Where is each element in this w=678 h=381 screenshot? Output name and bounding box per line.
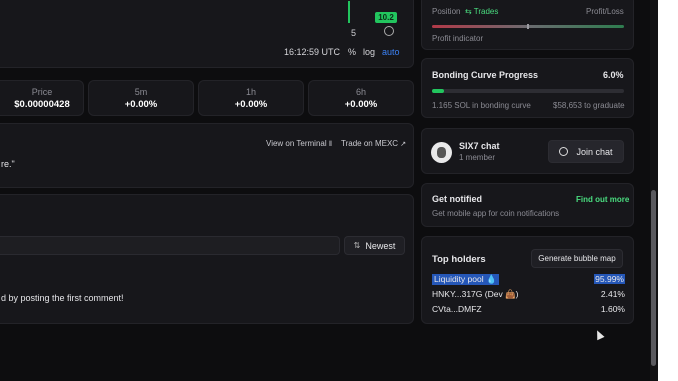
stat-5m: 5m +0.00%	[88, 80, 194, 116]
holder-name: Liquidity pool 💧	[432, 274, 499, 285]
join-chat-button[interactable]: Join chat	[548, 140, 624, 163]
trades-icon: ⇆	[465, 7, 472, 16]
notify-card: Get notified Find out more Get mobile ap…	[421, 183, 634, 227]
bonding-progress-track	[432, 89, 624, 93]
top-holders-title: Top holders	[432, 254, 486, 265]
holder-row[interactable]: CVta...DMFZ 1.60%	[432, 304, 625, 316]
settings-icon[interactable]	[384, 26, 394, 36]
holder-name: HNKY...317G (Dev 👜)	[432, 289, 519, 299]
stat-1h: 1h +0.00%	[198, 80, 304, 116]
price-candle	[348, 1, 350, 23]
comments-card: ⇅ Newest d by posting the first comment!	[0, 194, 414, 324]
view-on-terminal-link[interactable]: View on Terminal ⫴	[266, 139, 332, 149]
percent-toggle[interactable]: %	[348, 47, 356, 57]
candle-value-badge: 10.2	[375, 12, 397, 23]
chat-name: SIX7 chat	[459, 141, 500, 151]
chat-card: SIX7 chat 1 member Join chat	[421, 128, 634, 174]
sort-newest-button[interactable]: ⇅ Newest	[344, 236, 405, 255]
trades-toggle[interactable]: ⇆ Trades	[465, 7, 498, 16]
profit-loss-label: Profit/Loss	[586, 7, 624, 16]
sort-icon: ⇅	[353, 241, 361, 250]
trade-on-mexc-label: Trade on MEXC	[341, 139, 399, 148]
stat-label: 1h	[245, 87, 256, 97]
chat-avatar	[431, 142, 452, 163]
terminal-icon: ⫴	[328, 141, 332, 148]
holder-row[interactable]: HNKY...317G (Dev 👜) 2.41%	[432, 289, 625, 301]
generate-bubble-map-button[interactable]: Generate bubble map	[531, 249, 623, 268]
bonding-graduate-text: $58,653 to graduate	[553, 101, 625, 110]
join-chat-label: Join chat	[576, 146, 613, 157]
stat-6h: 6h +0.00%	[308, 80, 414, 116]
window-edge	[658, 0, 678, 381]
bonding-curve-title: Bonding Curve Progress	[432, 70, 539, 80]
holder-name: CVta...DMFZ	[432, 304, 482, 314]
mouse-cursor-icon	[593, 328, 605, 341]
stat-label: 5m	[134, 87, 148, 97]
comment-input[interactable]	[0, 236, 340, 255]
axis-tick-label: 5	[351, 28, 357, 38]
stat-label: 6h	[355, 87, 366, 97]
stat-value: +0.00%	[124, 99, 158, 110]
profit-indicator-marker	[527, 24, 529, 29]
sort-label: Newest	[365, 240, 396, 251]
auto-toggle[interactable]: auto	[382, 47, 400, 57]
external-link-icon: ↗	[400, 141, 407, 148]
coin-description: re."	[1, 159, 15, 169]
top-holders-card: Top holders Generate bubble map Liquidit…	[421, 236, 634, 324]
holder-percent: 95.99%	[594, 274, 625, 284]
stat-value: +0.00%	[234, 99, 268, 110]
scrollbar-thumb[interactable]	[651, 190, 656, 366]
empty-comments-text: d by posting the first comment!	[1, 293, 124, 303]
holder-percent: 2.41%	[600, 289, 625, 299]
log-toggle[interactable]: log	[363, 47, 375, 57]
profit-indicator-label: Profit indicator	[432, 34, 484, 43]
stat-value: +0.00%	[344, 99, 378, 110]
trades-label: Trades	[473, 7, 499, 16]
position-card: Position ⇆ Trades Profit/Loss Profit ind…	[421, 0, 634, 50]
position-label: Position	[432, 7, 461, 16]
bonding-progress-fill	[432, 89, 444, 93]
view-on-terminal-label: View on Terminal	[266, 139, 327, 148]
stat-label: Price	[31, 87, 53, 97]
bonding-curve-percent: 6.0%	[603, 70, 624, 80]
chat-members: 1 member	[459, 153, 496, 162]
stat-price: Price $0.00000428	[0, 80, 84, 116]
stat-value: $0.00000428	[14, 99, 70, 110]
coin-info-card: View on Terminal ⫴ Trade on MEXC ↗ re."	[0, 123, 414, 188]
find-out-more-link[interactable]: Find out more	[576, 195, 629, 204]
holder-percent: 1.60%	[600, 304, 625, 314]
notify-subtitle: Get mobile app for coin notifications	[432, 209, 560, 218]
notify-title: Get notified	[432, 194, 482, 204]
chart-time: 16:12:59 UTC	[284, 47, 341, 57]
chat-bubble-icon	[559, 147, 569, 156]
trade-on-mexc-link[interactable]: Trade on MEXC ↗	[341, 139, 406, 148]
chart-panel: 10.2 5 16:12:59 UTC % log auto	[0, 0, 414, 68]
bonding-curve-card: Bonding Curve Progress 6.0% 1.165 SOL in…	[421, 58, 634, 118]
holder-row[interactable]: Liquidity pool 💧 95.99%	[432, 274, 625, 286]
bonding-sol-text: 1.165 SOL in bonding curve	[432, 101, 531, 110]
